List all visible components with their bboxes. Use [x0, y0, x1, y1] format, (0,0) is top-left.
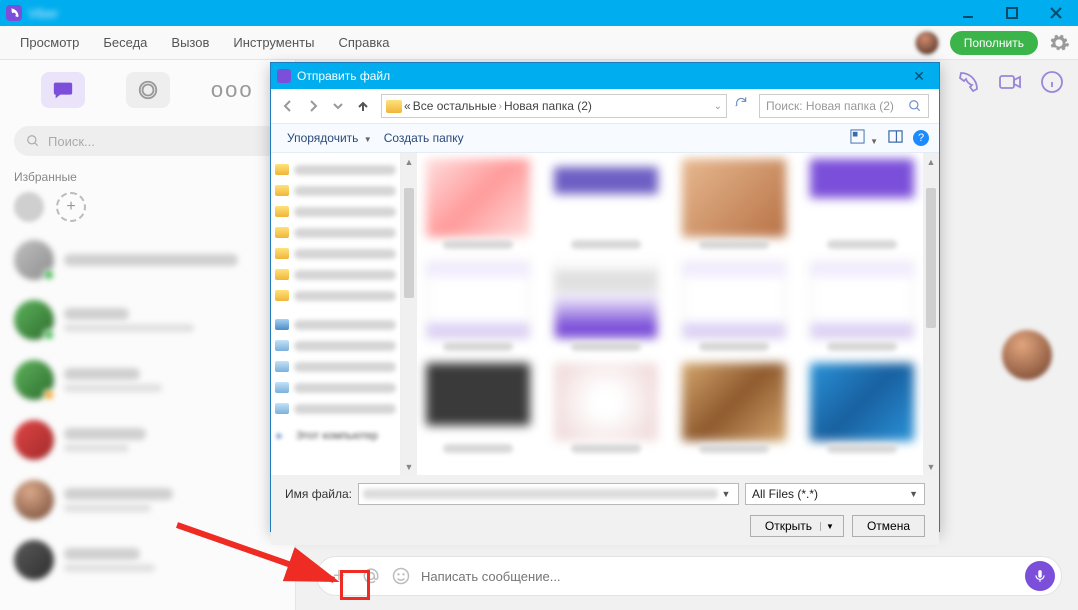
breadcrumb-path[interactable]: « Все остальные › Новая папка (2) ⌄	[381, 94, 727, 118]
window-maximize-button[interactable]	[990, 0, 1034, 26]
filename-combo[interactable]: ▼	[358, 483, 739, 505]
breadcrumb-segment[interactable]: Новая папка (2)	[504, 99, 592, 113]
info-icon[interactable]	[1040, 70, 1064, 99]
message-input-bar: +	[316, 556, 1062, 596]
viber-logo-icon	[6, 5, 22, 21]
chat-list-item[interactable]	[0, 350, 295, 410]
filename-label: Имя файла:	[285, 487, 352, 501]
menu-help[interactable]: Справка	[326, 29, 401, 56]
chat-search-box[interactable]: Поиск...	[14, 126, 281, 156]
file-grid[interactable]	[417, 153, 923, 475]
dialog-title-bar: Отправить файл ✕	[271, 63, 939, 89]
favorites-label: Избранные	[0, 162, 295, 188]
file-item[interactable]	[807, 363, 917, 453]
file-item[interactable]	[551, 159, 661, 249]
mention-icon[interactable]	[361, 566, 381, 586]
message-input[interactable]	[421, 569, 1015, 584]
tab-more[interactable]: ooo	[210, 72, 254, 108]
refresh-button[interactable]	[734, 95, 756, 117]
window-minimize-button[interactable]	[946, 0, 990, 26]
menu-call[interactable]: Вызов	[159, 29, 221, 56]
chat-list-item[interactable]	[0, 230, 295, 290]
window-close-button[interactable]	[1034, 0, 1078, 26]
settings-gear-icon[interactable]	[1048, 32, 1070, 54]
file-item[interactable]	[423, 159, 533, 249]
nav-back-button[interactable]	[277, 95, 299, 117]
tab-chats[interactable]	[41, 72, 85, 108]
breadcrumb-segment[interactable]: Все остальные	[413, 99, 497, 113]
file-item[interactable]	[679, 363, 789, 453]
chat-list-item[interactable]	[0, 410, 295, 470]
tree-this-pc[interactable]: ▸ Этот компьютер	[275, 425, 396, 446]
menu-tools[interactable]: Инструменты	[221, 29, 326, 56]
file-item[interactable]	[679, 261, 789, 351]
file-item[interactable]	[807, 159, 917, 249]
favorite-contact[interactable]	[14, 192, 44, 222]
breadcrumb-caret: «	[404, 99, 411, 113]
file-item[interactable]	[679, 159, 789, 249]
chat-list-item[interactable]	[0, 290, 295, 350]
filetype-combo[interactable]: All Files (*.*)▼	[745, 483, 925, 505]
tree-scrollbar[interactable]: ▲▼	[401, 153, 417, 475]
files-scrollbar[interactable]: ▲▼	[923, 153, 939, 475]
sticker-icon[interactable]	[391, 566, 411, 586]
file-item[interactable]	[551, 261, 661, 351]
menu-view[interactable]: Просмотр	[8, 29, 91, 56]
cancel-button[interactable]: Отмена	[852, 515, 925, 537]
tab-contacts[interactable]	[126, 72, 170, 108]
preview-pane-button[interactable]	[888, 129, 903, 147]
menu-bar: Просмотр Беседа Вызов Инструменты Справк…	[0, 26, 1078, 60]
file-item[interactable]	[423, 261, 533, 351]
folder-tree[interactable]: ▸ Этот компьютер	[271, 153, 401, 475]
video-call-icon[interactable]	[998, 70, 1022, 99]
folder-icon	[386, 100, 402, 113]
dialog-footer: Имя файла: ▼ All Files (*.*)▼ Открыть▼ О…	[271, 475, 939, 545]
file-item[interactable]	[551, 363, 661, 453]
view-mode-button[interactable]: ▼	[850, 129, 878, 147]
help-button[interactable]: ?	[913, 130, 929, 146]
dialog-search-placeholder: Поиск: Новая папка (2)	[766, 99, 902, 113]
nav-forward-button[interactable]	[302, 95, 324, 117]
breadcrumb-dropdown-icon[interactable]: ⌄	[714, 101, 722, 112]
file-item[interactable]	[807, 261, 917, 351]
nav-up-button[interactable]	[352, 95, 374, 117]
file-item[interactable]	[423, 363, 533, 453]
menu-chat[interactable]: Беседа	[91, 29, 159, 56]
organize-button[interactable]: Упорядочить ▼	[281, 127, 378, 149]
search-placeholder: Поиск...	[48, 134, 95, 149]
profile-avatar[interactable]	[914, 30, 940, 56]
voice-message-button[interactable]	[1025, 561, 1055, 591]
dialog-toolbar: Упорядочить ▼ Создать папку ▼ ?	[271, 123, 939, 153]
dialog-search-box[interactable]: Поиск: Новая папка (2)	[759, 94, 929, 118]
dialog-title: Отправить файл	[297, 69, 390, 83]
search-icon	[908, 99, 922, 113]
new-folder-button[interactable]: Создать папку	[378, 127, 470, 149]
dialog-app-icon	[277, 69, 291, 83]
topup-button[interactable]: Пополнить	[950, 31, 1038, 55]
window-title-blurred: Viber	[28, 6, 58, 21]
open-button[interactable]: Открыть▼	[750, 515, 844, 537]
dialog-nav-row: « Все остальные › Новая папка (2) ⌄ Поис…	[271, 89, 939, 123]
file-open-dialog: Отправить файл ✕ « Все остальные › Новая…	[270, 62, 940, 532]
app-title-bar: Viber	[0, 0, 1078, 26]
add-favorite-button[interactable]: +	[56, 192, 86, 222]
call-icon[interactable]	[956, 70, 980, 99]
dialog-close-button[interactable]: ✕	[905, 63, 933, 89]
contact-avatar-large[interactable]	[1002, 330, 1052, 380]
nav-recent-dropdown[interactable]	[327, 95, 349, 117]
